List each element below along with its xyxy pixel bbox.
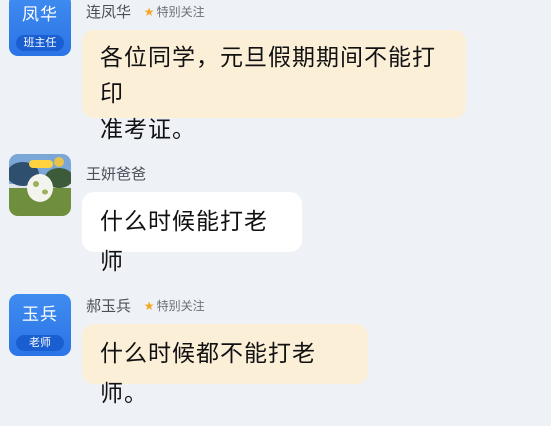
message-text: 什么时候能打老师 <box>100 209 268 275</box>
avatar-role-badge: 班主任 <box>16 35 64 51</box>
message-bubble[interactable]: 各位同学，元旦假期期间不能打印 准考证。 <box>82 30 466 143</box>
sender-row: 连凤华 ★ 特别关注 <box>86 2 205 22</box>
sender-name: 郝玉兵 <box>86 297 132 315</box>
badge-label: 特别关注 <box>156 5 205 19</box>
message-bubble[interactable]: 什么时候能打老师 <box>82 192 302 275</box>
message-text-line: 各位同学，元旦假期期间不能打印 <box>100 45 436 107</box>
sender-row: 郝玉兵 ★ 特别关注 <box>86 296 205 316</box>
message-item: 玉兵 老师 郝玉兵 ★ 特别关注 什么时候都不能打老师。 <box>0 286 551 407</box>
avatar-name: 玉兵 <box>22 305 58 325</box>
sender-row: 王妍爸爸 <box>86 164 146 184</box>
sender-name: 连凤华 <box>86 3 132 21</box>
avatar-role-badge: 老师 <box>16 335 64 351</box>
star-icon: ★ <box>143 5 155 19</box>
avatar-name: 凤华 <box>22 5 58 25</box>
star-icon: ★ <box>143 299 155 313</box>
message-text: 什么时候都不能打老师。 <box>100 341 316 407</box>
photo-avatar-icon <box>9 154 71 216</box>
avatar[interactable]: 凤华 班主任 <box>9 0 71 56</box>
message-text-line: 准考证。 <box>100 117 196 143</box>
avatar[interactable] <box>9 154 71 216</box>
message-item: 王妍爸爸 什么时候能打老师 <box>0 150 551 275</box>
badge-label: 特别关注 <box>156 299 205 313</box>
special-follow-badge: ★ 特别关注 <box>144 296 205 316</box>
sender-name: 王妍爸爸 <box>86 165 147 183</box>
avatar[interactable]: 玉兵 老师 <box>9 294 71 356</box>
special-follow-badge: ★ 特别关注 <box>144 2 205 22</box>
message-item: 凤华 班主任 连凤华 ★ 特别关注 各位同学，元旦假期期间不能打印 准考证。 <box>0 0 551 143</box>
message-bubble[interactable]: 什么时候都不能打老师。 <box>82 324 368 407</box>
